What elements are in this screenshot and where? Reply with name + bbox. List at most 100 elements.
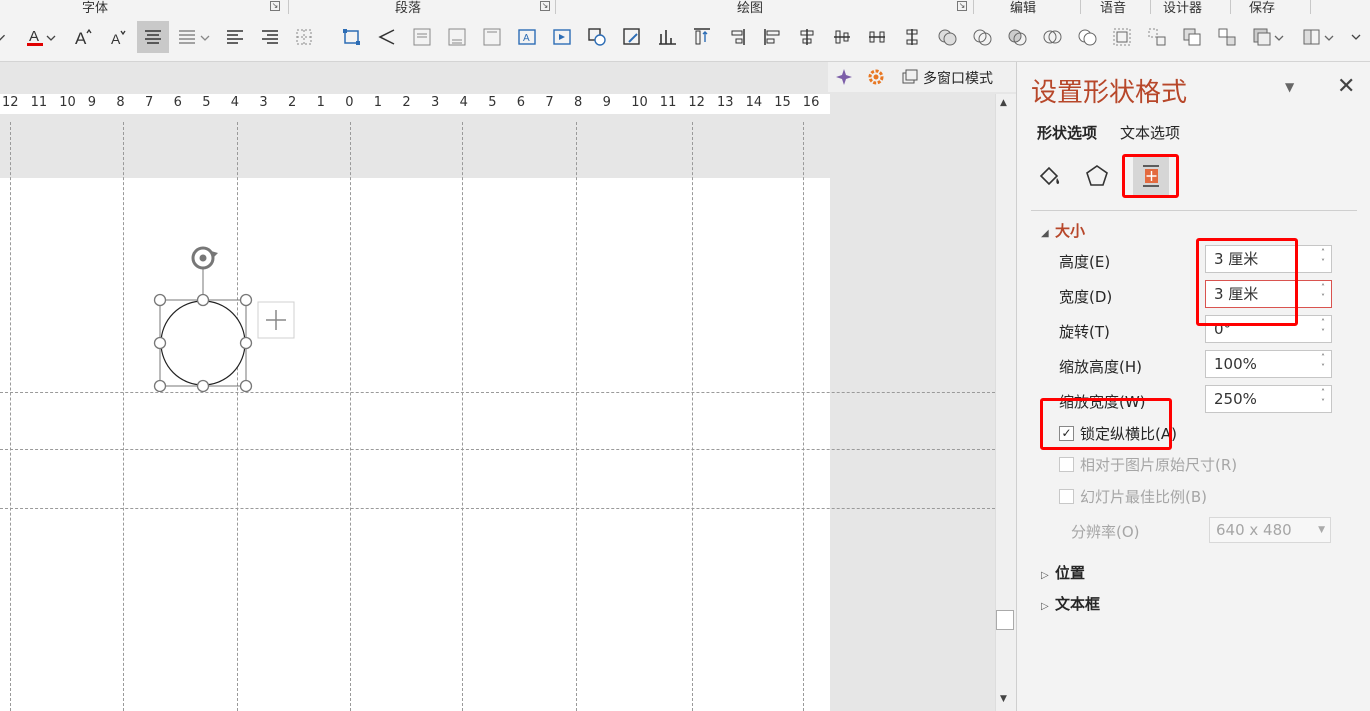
height-spinner-icon[interactable]: ˄ ˅ [1317, 248, 1329, 270]
tab-text-options[interactable]: 文本选项 [1120, 122, 1180, 143]
scale-height-input[interactable]: 100% ˄ ˅ [1205, 350, 1332, 378]
ruler-label: 7 [145, 95, 154, 110]
horizontal-ruler: 12 11 10 9 8 7 6 5 4 3 2 1 0 1 2 3 4 5 6 7 8 9 10 11 12 13 14 15 16 [0, 94, 830, 114]
settings-gear-icon[interactable] [866, 67, 886, 91]
drawing-dialog-launcher-icon[interactable]: ↘ [957, 1, 967, 11]
ruler-label: 11 [659, 95, 677, 110]
increase-font-size-icon[interactable]: A [68, 21, 98, 53]
align-middle-icon[interactable] [827, 21, 857, 53]
media-frame-icon[interactable] [547, 21, 577, 53]
section-size[interactable]: ◢ 大小 [1041, 220, 1085, 241]
align-left-objects-icon[interactable] [757, 21, 787, 53]
align-left-icon[interactable] [220, 21, 250, 53]
chevron-down-icon: ▼ [1318, 525, 1325, 535]
shape-triangle-icon[interactable] [372, 21, 402, 53]
highlight-size-inputs [1196, 238, 1298, 326]
edit-points-icon[interactable] [337, 21, 367, 53]
scroll-up-icon[interactable]: ▲ [1000, 98, 1007, 108]
pane-options-dropdown-icon[interactable]: ▼ [1285, 80, 1294, 94]
group-objects-icon[interactable] [1107, 21, 1137, 53]
divider [1150, 0, 1151, 14]
merge-shapes-intersect-icon[interactable] [1037, 21, 1067, 53]
text-frame-icon[interactable]: A [512, 21, 542, 53]
distribute-vertical-icon[interactable] [897, 21, 927, 53]
group-paragraph: 段落 [395, 1, 422, 16]
edit-shape-icon[interactable] [617, 21, 647, 53]
chart-icon[interactable] [652, 21, 682, 53]
grid-guide [0, 508, 995, 509]
scale-width-input[interactable]: 250% ˄ ˅ [1205, 385, 1332, 413]
bring-forward-icon[interactable] [1177, 21, 1207, 53]
grid-guide [0, 449, 995, 450]
group-editing: 编辑 [1010, 1, 1037, 16]
collapse-triangle-icon: ◢ [1041, 228, 1049, 239]
decrease-font-size-icon[interactable]: A [103, 21, 133, 53]
scale-height-spinner-icon[interactable]: ˄ ˅ [1317, 353, 1329, 375]
merge-shapes-union-icon[interactable] [932, 21, 962, 53]
ruler-label: 3 [431, 95, 440, 110]
font-dialog-launcher-icon[interactable]: ↘ [270, 1, 280, 11]
merge-shapes-combine-icon[interactable] [967, 21, 997, 53]
send-backward-icon[interactable] [1212, 21, 1242, 53]
selected-circle-shape[interactable] [150, 242, 300, 392]
rotation-spinner-icon[interactable]: ˄ ˅ [1317, 318, 1329, 340]
paragraph-dialog-launcher-icon[interactable]: ↘ [540, 1, 550, 11]
svg-text:A: A [75, 29, 87, 48]
best-scale-checkbox: 幻灯片最佳比例(B) [1059, 486, 1207, 507]
ribbon-tool-row: A A A A [0, 17, 1370, 57]
section-position[interactable]: ▷ 位置 [1041, 562, 1085, 583]
fill-line-icon[interactable] [1031, 156, 1067, 196]
pane-title: 设置形状格式 [1031, 78, 1188, 108]
divider [1230, 0, 1231, 14]
ruler-label: 9 [602, 95, 611, 110]
distribute-horizontal-icon[interactable] [862, 21, 892, 53]
width-label: 宽度(D) [1059, 288, 1113, 306]
ribbon-collapse-icon[interactable] [1346, 21, 1366, 53]
align-center-icon[interactable] [137, 21, 169, 53]
align-top-icon[interactable] [687, 21, 717, 53]
table-border-icon[interactable] [290, 21, 320, 53]
vertical-scrollbar[interactable]: ▲ ▼ [995, 94, 1016, 711]
ribbon-group-labels: 字体 ↘ 段落 ↘ 绘图 ↘ 编辑 语音 设计器 保存 [0, 0, 1370, 16]
grid-guide [123, 122, 124, 711]
font-color-dropdown-icon[interactable] [44, 21, 58, 53]
font-size-dropdown[interactable] [0, 21, 10, 53]
format-shape-pane: 设置形状格式 ▼ ✕ 形状选项 文本选项 ◢ 大小 高度(E) 3 厘米 ˄ ˅ 宽… [1016, 62, 1370, 711]
effects-pentagon-icon[interactable] [1079, 156, 1115, 196]
scroll-down-icon[interactable]: ▼ [1000, 694, 1007, 704]
justify-dropdown-icon[interactable] [197, 21, 213, 53]
ai-magic-icon[interactable] [834, 67, 854, 91]
align-center-objects-icon[interactable] [792, 21, 822, 53]
width-spinner-icon[interactable]: ˄ ˅ [1317, 283, 1329, 305]
tab-shape-options[interactable]: 形状选项 [1037, 122, 1097, 143]
textbox-bottom-icon[interactable] [442, 21, 472, 53]
size-dropdown-arrow-icon[interactable] [1322, 21, 1336, 53]
textbox-top-icon[interactable] [407, 21, 437, 53]
shapes-icon[interactable] [582, 21, 612, 53]
multiwindow-mode-label[interactable]: 多窗口模式 [923, 68, 993, 88]
ruler-label: 1 [316, 95, 325, 110]
section-textbox[interactable]: ▷ 文本框 [1041, 593, 1100, 614]
scale-width-spinner-icon[interactable]: ˄ ˅ [1317, 388, 1329, 410]
pane-category-icons [1031, 156, 1361, 206]
divider [288, 0, 289, 14]
align-right-icon[interactable] [255, 21, 285, 53]
arrange-dropdown-icon[interactable] [1272, 21, 1286, 53]
pane-close-icon[interactable]: ✕ [1337, 74, 1355, 99]
multiwindow-icon[interactable] [902, 69, 918, 89]
distribute-right-icon[interactable] [722, 21, 752, 53]
grid-guide [576, 122, 577, 711]
ungroup-objects-icon[interactable] [1142, 21, 1172, 53]
merge-shapes-fragment-icon[interactable] [1002, 21, 1032, 53]
ruler-label: 6 [173, 95, 182, 110]
grid-guide [462, 122, 463, 711]
textbox-middle-icon[interactable] [477, 21, 507, 53]
ruler-label: 2 [402, 95, 411, 110]
divider [1080, 0, 1081, 14]
slide-canvas[interactable] [0, 178, 830, 711]
rotate-handle-icon [191, 246, 218, 270]
ruler-label: 4 [459, 95, 468, 110]
scrollbar-thumb[interactable] [996, 610, 1014, 630]
merge-shapes-subtract-icon[interactable] [1072, 21, 1102, 53]
group-designer: 设计器 [1163, 1, 1203, 16]
